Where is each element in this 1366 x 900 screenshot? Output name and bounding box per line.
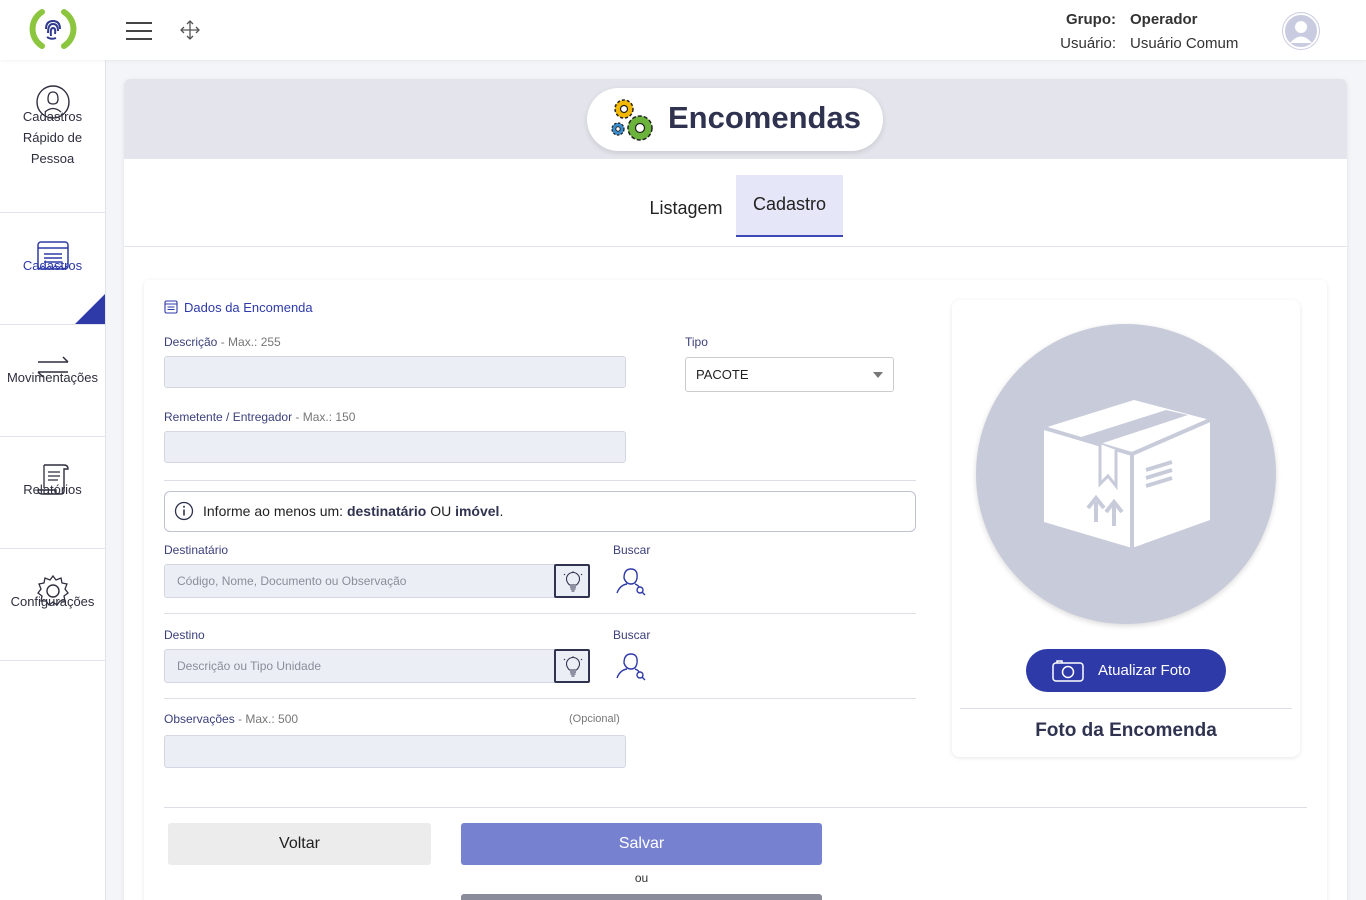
destino-label: Destino bbox=[164, 628, 205, 642]
photo-panel: Atualizar Foto Foto da Encomenda bbox=[952, 300, 1300, 757]
or-separator: ou bbox=[634, 871, 649, 885]
tipo-select[interactable]: PACOTE bbox=[685, 357, 894, 392]
tab-bar: Listagem Cadastro bbox=[124, 159, 1347, 247]
main-card: Encomendas Listagem Cadastro Dados da En… bbox=[124, 79, 1347, 900]
remetente-input[interactable] bbox=[164, 431, 626, 463]
page-title-pill: Encomendas bbox=[587, 88, 883, 151]
notice-term-destinatario: destinatário bbox=[346, 503, 427, 519]
camera-icon bbox=[1052, 660, 1084, 682]
notice-suffix: . bbox=[499, 503, 504, 519]
destino-input[interactable]: Descrição ou Tipo Unidade bbox=[164, 649, 556, 683]
photo-placeholder bbox=[976, 324, 1276, 624]
secondary-save-button[interactable] bbox=[461, 894, 822, 900]
avatar[interactable] bbox=[1282, 12, 1320, 50]
form-card: Dados da Encomenda Descrição - Max.: 255… bbox=[144, 280, 1327, 900]
top-bar: Grupo: Operador Usuário: Usuário Comum bbox=[0, 0, 1366, 60]
document-list-icon bbox=[164, 300, 178, 314]
sidebar-label: Configurações bbox=[10, 594, 95, 609]
package-box-icon bbox=[1043, 400, 1211, 548]
sidebar-item-movimentacoes[interactable]: Movimentações bbox=[0, 325, 105, 437]
divider bbox=[164, 613, 916, 614]
observacoes-label: Observações - Max.: 500 bbox=[164, 712, 298, 726]
group-value: Operador bbox=[1130, 11, 1198, 28]
tab-listagem[interactable]: Listagem bbox=[634, 175, 738, 237]
descricao-label-text: Descrição bbox=[164, 335, 218, 349]
notice-or: OU bbox=[430, 503, 452, 519]
sidebar-label: Rápido de bbox=[22, 130, 83, 145]
divider bbox=[164, 480, 916, 481]
divider bbox=[960, 708, 1292, 709]
gears-icon bbox=[611, 99, 653, 141]
sidebar-label: Cadastros bbox=[22, 109, 83, 124]
info-icon bbox=[174, 501, 194, 521]
notice-prefix: Informe ao menos um: bbox=[203, 503, 344, 519]
sidebar-label: Pessoa bbox=[30, 151, 75, 166]
update-photo-label: Atualizar Foto bbox=[1098, 662, 1191, 679]
sidebar: Cadastros Rápido de Pessoa Cadastros Mov… bbox=[0, 60, 106, 900]
update-photo-button[interactable]: Atualizar Foto bbox=[1026, 649, 1226, 692]
user-value: Usuário Comum bbox=[1130, 35, 1239, 52]
group-label: Grupo: bbox=[1066, 11, 1116, 28]
save-button[interactable]: Salvar bbox=[461, 823, 822, 865]
observacoes-label-text: Observações bbox=[164, 712, 235, 726]
back-button[interactable]: Voltar bbox=[168, 823, 431, 865]
descricao-label: Descrição - Max.: 255 bbox=[164, 335, 281, 349]
section-title-text: Dados da Encomenda bbox=[184, 300, 313, 315]
observacoes-input[interactable] bbox=[164, 735, 626, 768]
remetente-hint: - Max.: 150 bbox=[295, 410, 356, 424]
destino-search-label: Buscar bbox=[613, 628, 651, 642]
remetente-label-text: Remetente / Entregador bbox=[164, 410, 293, 424]
sidebar-label: Movimentações bbox=[6, 370, 99, 385]
sidebar-label: Relatórios bbox=[23, 482, 82, 497]
active-indicator bbox=[75, 294, 105, 324]
destinatario-label: Destinatário bbox=[164, 543, 229, 557]
tipo-label: Tipo bbox=[685, 335, 708, 349]
menu-toggle-icon[interactable] bbox=[126, 22, 152, 40]
sidebar-item-cadastros[interactable]: Cadastros bbox=[0, 213, 105, 325]
divider bbox=[164, 807, 1307, 808]
tab-cadastro[interactable]: Cadastro bbox=[736, 175, 843, 237]
info-notice: Informe ao menos um: destinatário OU imó… bbox=[164, 491, 916, 532]
app-logo[interactable] bbox=[28, 6, 78, 52]
fullscreen-icon[interactable] bbox=[178, 18, 202, 42]
descricao-hint: - Max.: 255 bbox=[220, 335, 281, 349]
sidebar-label: Cadastros bbox=[22, 258, 83, 273]
lightbulb-icon bbox=[563, 571, 583, 592]
destinatario-suggest-button[interactable] bbox=[554, 564, 590, 598]
divider bbox=[164, 698, 916, 699]
destino-suggest-button[interactable] bbox=[554, 649, 590, 683]
notice-term-imovel: imóvel bbox=[455, 503, 500, 519]
page-title: Encomendas bbox=[668, 100, 861, 135]
remetente-label: Remetente / Entregador - Max.: 150 bbox=[164, 410, 355, 424]
sidebar-item-relatorios[interactable]: Relatórios bbox=[0, 437, 105, 549]
sidebar-item-cadastro-rapido[interactable]: Cadastros Rápido de Pessoa bbox=[0, 60, 105, 213]
destinatario-input[interactable]: Código, Nome, Documento ou Observação bbox=[164, 564, 556, 598]
observacoes-hint: - Max.: 500 bbox=[238, 712, 299, 726]
chevron-down-icon bbox=[873, 372, 883, 378]
tipo-selected-value: PACOTE bbox=[696, 367, 749, 382]
descricao-input[interactable] bbox=[164, 356, 626, 388]
observacoes-optional: (Opcional) bbox=[569, 713, 620, 725]
page-header: Encomendas bbox=[124, 79, 1347, 159]
lightbulb-icon bbox=[563, 656, 583, 677]
section-title: Dados da Encomenda bbox=[164, 300, 313, 315]
search-person-icon[interactable] bbox=[615, 565, 647, 597]
sidebar-item-configuracoes[interactable]: Configurações bbox=[0, 549, 105, 661]
search-person-icon[interactable] bbox=[615, 650, 647, 682]
user-info: Grupo: Operador Usuário: Usuário Comum bbox=[1040, 8, 1238, 56]
user-label: Usuário: bbox=[1060, 35, 1116, 52]
destinatario-search-label: Buscar bbox=[613, 543, 651, 557]
photo-caption: Foto da Encomenda bbox=[1035, 720, 1217, 741]
